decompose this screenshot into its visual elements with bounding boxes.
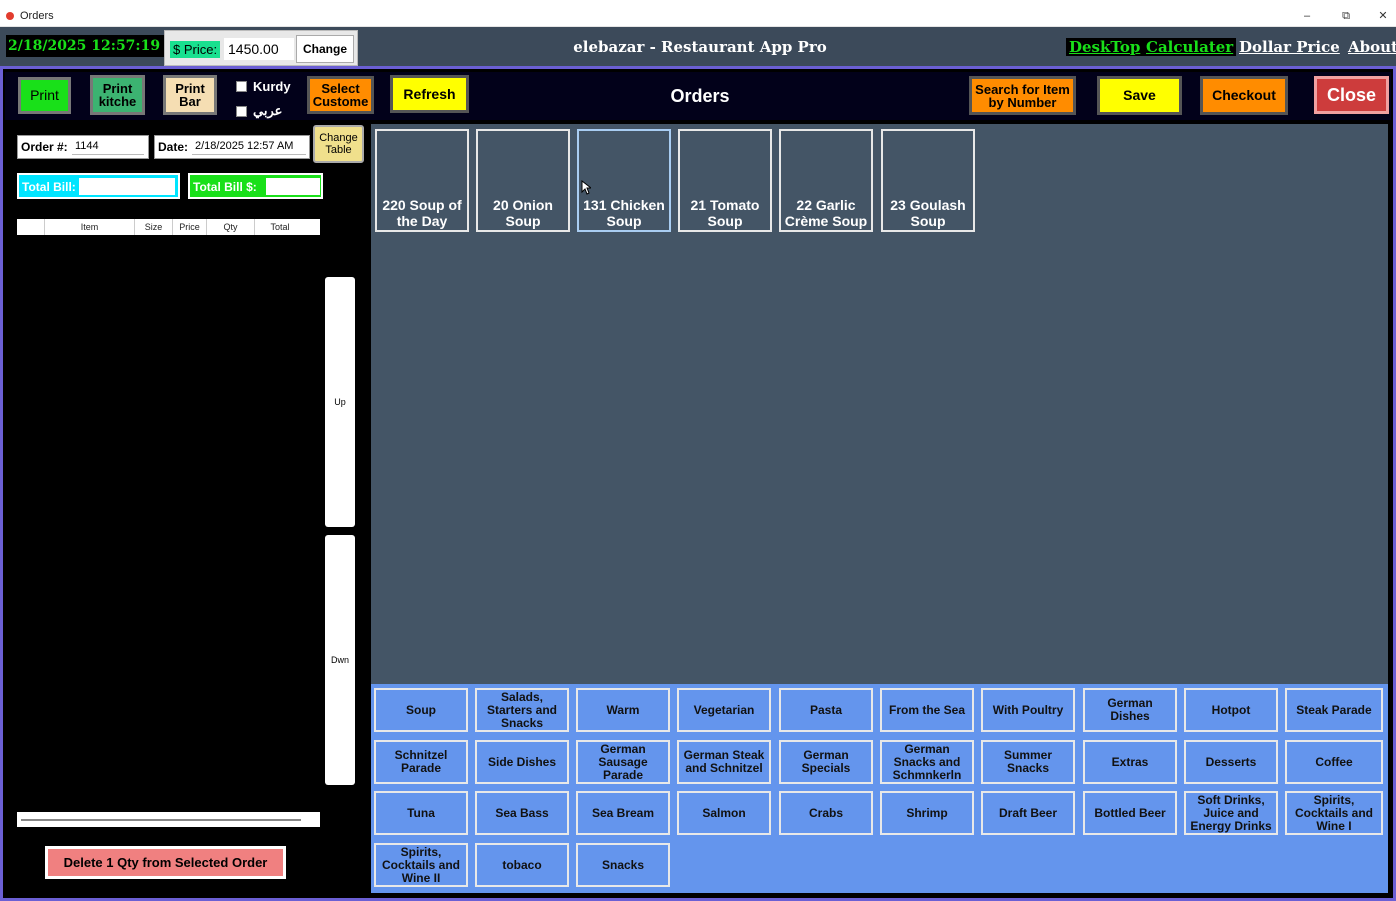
category-button[interactable]: Sea Bream (576, 791, 670, 835)
category-button[interactable]: Hotpot (1184, 688, 1278, 732)
app-header: 2/18/2025 12:57:19 AM $ Price: Change el… (0, 27, 1396, 69)
total-bill-usd-value (266, 178, 320, 195)
category-button[interactable]: German Steak and Schnitzel (677, 740, 771, 784)
mouse-cursor-icon (581, 180, 591, 195)
print-bar-button[interactable]: Print Bar (163, 75, 217, 115)
window-close-button[interactable]: ✕ (1368, 8, 1396, 24)
menu-item-button[interactable]: 131 Chicken Soup (577, 129, 671, 232)
category-button[interactable]: Soup (374, 688, 468, 732)
kurdy-label: Kurdy (253, 79, 291, 94)
app-title: elebazar - Restaurant App Pro (573, 38, 827, 56)
page-title: Orders (670, 86, 730, 106)
menu-item-button[interactable]: 23 Goulash Soup (881, 129, 975, 232)
category-button[interactable]: Side Dishes (475, 740, 569, 784)
category-button[interactable]: German Sausage Parade (576, 740, 670, 784)
category-button[interactable]: Pasta (779, 688, 873, 732)
category-button[interactable]: Summer Snacks (981, 740, 1075, 784)
dollar-price-link[interactable]: Dollar Price (1239, 38, 1340, 56)
category-button[interactable]: Coffee (1285, 740, 1383, 784)
price-input[interactable] (224, 38, 294, 60)
menu-item-button[interactable]: 20 Onion Soup (476, 129, 570, 232)
column-header[interactable]: Item (45, 219, 135, 235)
category-button[interactable]: From the Sea (880, 688, 974, 732)
about-link[interactable]: About (1348, 38, 1396, 56)
category-button[interactable]: German Specials (779, 740, 873, 784)
category-button[interactable]: Warm (576, 688, 670, 732)
column-header[interactable]: Size (135, 219, 173, 235)
category-button[interactable]: Crabs (779, 791, 873, 835)
print-kitchen-button[interactable]: Print kitche (90, 75, 145, 115)
column-header[interactable]: Price (173, 219, 207, 235)
total-bill-usd-field: Total Bill $: (188, 173, 323, 199)
category-button[interactable]: Tuna (374, 791, 468, 835)
checkbox-box[interactable] (236, 105, 247, 117)
order-grid-header: Item Size Price Qty Total (17, 219, 320, 235)
minimize-button[interactable]: – (1292, 8, 1322, 24)
category-button[interactable]: Draft Beer (981, 791, 1075, 835)
category-button[interactable]: Snacks (576, 843, 670, 887)
total-bill-label: Total Bill: (22, 180, 76, 194)
app-icon (6, 12, 14, 20)
category-button[interactable]: Salmon (677, 791, 771, 835)
kurdy-checkbox[interactable]: Kurdy (236, 79, 291, 94)
category-button[interactable]: Desserts (1184, 740, 1278, 784)
category-button[interactable]: Shrimp (880, 791, 974, 835)
category-button[interactable]: With Poultry (981, 688, 1075, 732)
scroll-up-button[interactable]: Up (325, 277, 355, 527)
category-button[interactable]: Sea Bass (475, 791, 569, 835)
order-number-field: Order #: 1144 (17, 135, 149, 159)
window-titlebar: Orders – ⧉ ✕ (0, 0, 1396, 27)
column-header[interactable]: Qty (207, 219, 255, 235)
category-button[interactable]: Soft Drinks, Juice and Energy Drinks (1184, 791, 1278, 835)
window-title: Orders (20, 10, 54, 22)
arabic-label: عربي (253, 103, 283, 118)
total-bill-value (79, 178, 175, 195)
total-bill-field: Total Bill: (17, 173, 180, 199)
category-button[interactable]: Spirits, Cocktails and Wine I (1285, 791, 1383, 835)
arabic-checkbox[interactable]: عربي (236, 103, 282, 119)
delete-qty-button[interactable]: Delete 1 Qty from Selected Order (45, 846, 286, 879)
search-item-button[interactable]: Search for Item by Number (969, 76, 1076, 115)
category-button[interactable]: German Snacks and Schmnkerln (880, 740, 974, 784)
save-button[interactable]: Save (1097, 76, 1182, 115)
date-value[interactable]: 2/18/2025 12:57 AM (192, 138, 306, 155)
desktop-link[interactable]: DeskTop (1066, 38, 1144, 56)
date-label: Date: (158, 140, 189, 154)
category-button[interactable]: Salads, Starters and Snacks (475, 688, 569, 732)
calculator-link[interactable]: Calculater (1143, 38, 1237, 56)
column-header[interactable]: Total (255, 219, 305, 235)
horizontal-scrollbar[interactable] (17, 812, 320, 827)
order-number-value[interactable]: 1144 (72, 138, 144, 155)
change-price-button[interactable]: Change (296, 35, 354, 63)
category-button[interactable]: Vegetarian (677, 688, 771, 732)
date-field: Date: 2/18/2025 12:57 AM (154, 135, 310, 159)
menu-item-button[interactable]: 22 Garlic Crème Soup (779, 129, 873, 232)
column-header[interactable] (17, 219, 45, 235)
category-button[interactable]: Schnitzel Parade (374, 740, 468, 784)
checkbox-box[interactable] (236, 81, 247, 92)
scrollbar-thumb[interactable] (21, 819, 301, 821)
price-panel: $ Price: Change (164, 30, 358, 66)
maximize-button[interactable]: ⧉ (1331, 8, 1361, 24)
close-button[interactable]: Close (1314, 76, 1389, 114)
menu-item-button[interactable]: 220 Soup of the Day (375, 129, 469, 232)
scroll-down-button[interactable]: Dwn (325, 535, 355, 785)
category-button[interactable]: Bottled Beer (1083, 791, 1177, 835)
select-customer-button[interactable]: Select Custome (307, 76, 374, 114)
print-button[interactable]: Print (18, 77, 71, 114)
category-button[interactable]: tobaco (475, 843, 569, 887)
category-button[interactable]: Steak Parade (1285, 688, 1383, 732)
price-label: $ Price: (170, 41, 221, 58)
checkout-button[interactable]: Checkout (1200, 76, 1288, 115)
category-button[interactable]: Spirits, Cocktails and Wine II (374, 843, 468, 887)
change-table-button[interactable]: Change Table (313, 125, 364, 163)
total-bill-usd-label: Total Bill $: (193, 180, 257, 194)
category-button[interactable]: Extras (1083, 740, 1177, 784)
menu-item-button[interactable]: 21 Tomato Soup (678, 129, 772, 232)
refresh-button[interactable]: Refresh (390, 75, 469, 113)
clock-display: 2/18/2025 12:57:19 AM (6, 35, 164, 57)
category-button[interactable]: German Dishes (1083, 688, 1177, 732)
order-number-label: Order #: (21, 140, 68, 154)
